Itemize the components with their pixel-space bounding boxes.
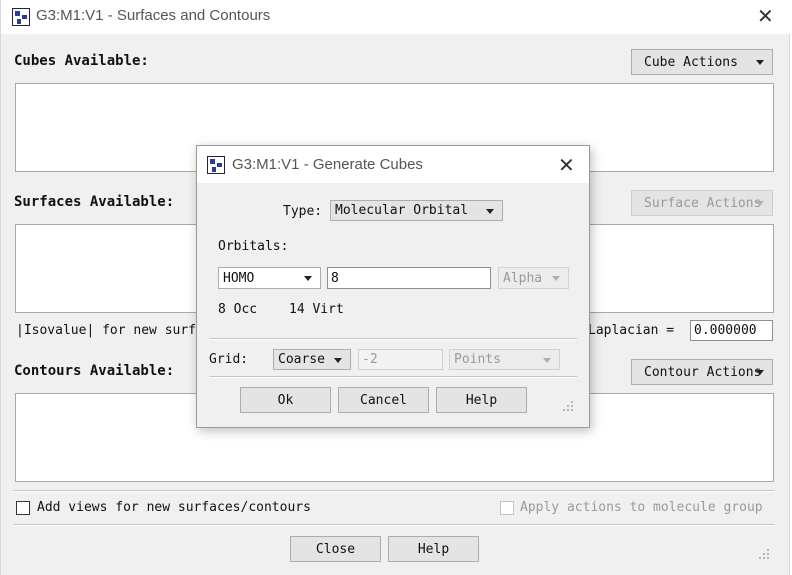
surface-actions-button[interactable]: Surface Actions	[631, 190, 773, 216]
orbital-number-input[interactable]: 8	[327, 267, 491, 289]
spin-select-value: Alpha	[503, 270, 543, 286]
dropdown-arrow-icon	[543, 357, 551, 363]
ok-button[interactable]: Ok	[240, 387, 331, 413]
dropdown-arrow-icon	[756, 60, 764, 65]
dropdown-arrow-icon	[304, 276, 312, 281]
grid-select[interactable]: Coarse	[273, 349, 351, 370]
type-select[interactable]: Molecular Orbital	[330, 200, 503, 221]
contour-actions-label: Contour Actions	[644, 364, 762, 380]
help-button[interactable]: Help	[388, 536, 479, 562]
cube-actions-label: Cube Actions	[644, 54, 738, 70]
generate-cubes-dialog: G3:M1:V1 - Generate Cubes ✕ Type: Molecu…	[196, 145, 590, 428]
laplacian-label: Laplacian =	[588, 323, 675, 338]
separator	[209, 376, 577, 378]
surface-actions-label: Surface Actions	[644, 195, 762, 211]
grid-number-input[interactable]: -2	[358, 349, 443, 370]
occupied-count: 8 Occ	[218, 302, 258, 317]
separator	[209, 338, 577, 340]
grid-units-value: Points	[454, 352, 501, 367]
contours-available-label: Contours Available:	[14, 363, 175, 379]
cancel-button[interactable]: Cancel	[338, 387, 429, 413]
add-views-checkbox[interactable]	[16, 501, 30, 515]
grid-units-select[interactable]: Points	[449, 349, 560, 370]
grid-select-value: Coarse	[278, 352, 325, 367]
resize-grip-icon[interactable]	[563, 401, 573, 411]
contour-actions-button[interactable]: Contour Actions	[631, 359, 773, 385]
isovalue-input[interactable]: 0.000000	[690, 320, 773, 341]
close-button[interactable]: Close	[290, 536, 381, 562]
cube-actions-button[interactable]: Cube Actions	[631, 49, 773, 75]
apply-actions-checkbox[interactable]	[500, 501, 514, 515]
separator	[13, 490, 775, 492]
help-button[interactable]: Help	[436, 387, 527, 413]
orbital-select[interactable]: HOMO	[218, 267, 321, 289]
add-views-label: Add views for new surfaces/contours	[37, 500, 311, 515]
app-icon	[207, 156, 225, 174]
apply-actions-label: Apply actions to molecule group	[520, 500, 763, 515]
isovalue-label: |Isovalue| for new surf	[16, 323, 197, 338]
spin-select[interactable]: Alpha	[498, 267, 569, 289]
app-icon	[12, 8, 30, 26]
resize-grip-icon[interactable]	[759, 549, 769, 559]
dialog-title: G3:M1:V1 - Generate Cubes	[232, 156, 423, 173]
window-title: G3:M1:V1 - Surfaces and Contours	[36, 7, 271, 24]
virtual-count: 14 Virt	[289, 302, 344, 317]
surfaces-available-label: Surfaces Available:	[14, 194, 175, 210]
type-label: Type:	[283, 204, 323, 219]
dropdown-arrow-icon	[552, 276, 560, 281]
close-icon[interactable]: ✕	[757, 6, 774, 26]
type-select-value: Molecular Orbital	[335, 203, 469, 218]
grid-label: Grid:	[209, 352, 249, 367]
orbital-select-value: HOMO	[223, 270, 255, 286]
title-bar: G3:M1:V1 - Surfaces and Contours ✕	[1, 0, 791, 34]
dropdown-arrow-icon	[334, 357, 342, 363]
dialog-title-bar: G3:M1:V1 - Generate Cubes ✕	[197, 146, 589, 183]
cubes-available-label: Cubes Available:	[14, 53, 149, 69]
separator	[13, 524, 775, 526]
dropdown-arrow-icon	[756, 201, 764, 206]
dropdown-arrow-icon	[756, 370, 764, 375]
close-icon[interactable]: ✕	[558, 155, 575, 175]
orbitals-label: Orbitals:	[218, 239, 289, 254]
dropdown-arrow-icon	[486, 208, 494, 214]
